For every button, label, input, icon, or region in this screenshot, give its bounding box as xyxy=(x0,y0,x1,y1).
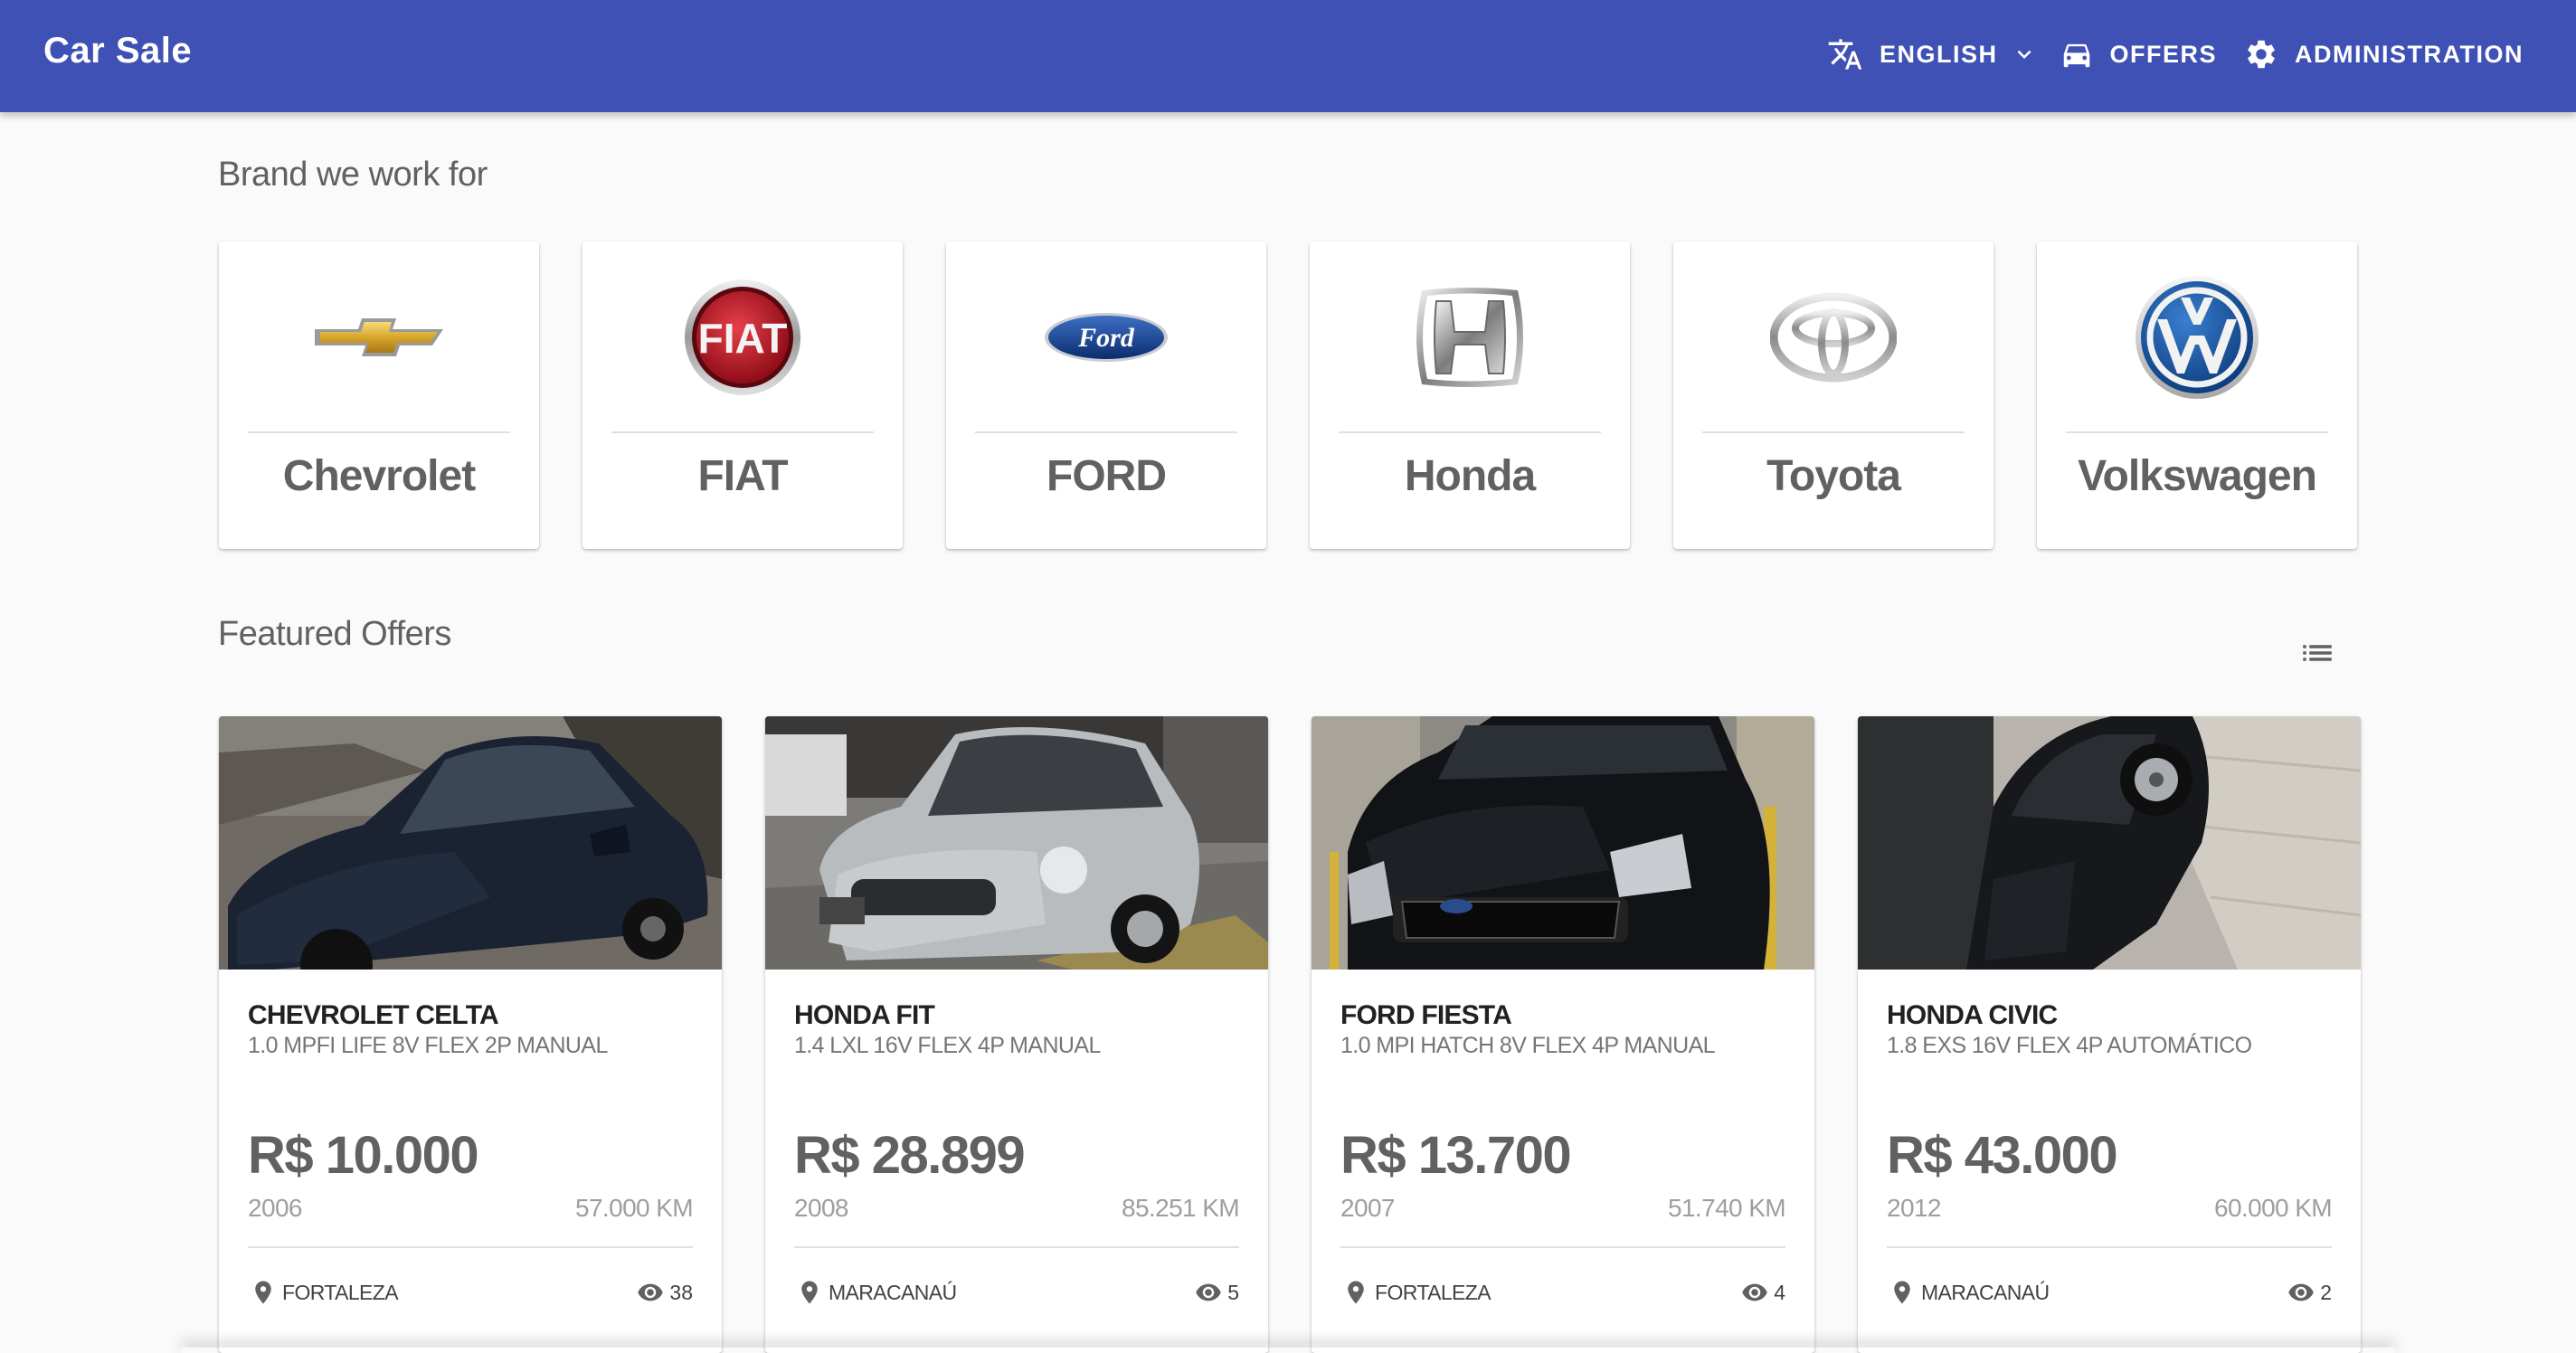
volkswagen-logo xyxy=(2136,276,2259,399)
brand-card-toyota[interactable]: Toyota xyxy=(1673,241,1994,549)
offer-subtitle: 1.4 LXL 16V FLEX 4P MANUAL xyxy=(794,1033,1101,1058)
offer-view-count: 4 xyxy=(1774,1280,1785,1304)
location-pin-icon xyxy=(801,1281,818,1304)
offer-year: 2006 xyxy=(248,1194,302,1222)
app-title[interactable]: Car Sale xyxy=(43,31,192,71)
eye-icon xyxy=(2288,1283,2314,1301)
offer-title: HONDA CIVIC xyxy=(1887,1000,2058,1030)
chevron-down-icon xyxy=(2017,50,2031,59)
brand-name: Volkswagen xyxy=(2078,452,2317,500)
offer-subtitle: 1.0 MPFI LIFE 8V FLEX 2P MANUAL xyxy=(248,1033,608,1058)
offer-price: R$ 28.899 xyxy=(794,1126,1026,1185)
offer-views: 5 xyxy=(1191,1279,1239,1306)
svg-text:Ford: Ford xyxy=(1077,323,1135,353)
offer-year: 2008 xyxy=(794,1194,848,1222)
offer-location-label: FORTALEZA xyxy=(282,1280,399,1304)
offer-title: HONDA FIT xyxy=(794,1000,935,1030)
brand-name: Honda xyxy=(1404,452,1536,500)
offer-card[interactable]: HONDA CIVIC 1.8 EXS 16V FLEX 4P AUTOMÁTI… xyxy=(1858,716,2361,1353)
list-view-toggle[interactable] xyxy=(2297,633,2337,673)
location-pin-icon xyxy=(1894,1281,1910,1304)
location-pin-icon xyxy=(1348,1281,1364,1304)
offer-mileage: 57.000 KM xyxy=(574,1194,694,1222)
offer-card[interactable]: HONDA FIT 1.4 LXL 16V FLEX 4P MANUAL R$ … xyxy=(765,716,1268,1353)
offer-mileage: 60.000 KM xyxy=(2213,1194,2333,1222)
offer-subtitle: 1.0 MPI HATCH 8V FLEX 4P MANUAL xyxy=(1340,1033,1716,1058)
brand-card-ford[interactable]: Ford FORD xyxy=(946,241,1266,549)
offer-location: MARACANAÚ xyxy=(1889,1277,2050,1308)
offer-location: FORTALEZA xyxy=(1342,1277,1492,1308)
eye-icon xyxy=(638,1283,664,1301)
offer-title: FORD FIESTA xyxy=(1340,1000,1512,1030)
offer-view-count: 5 xyxy=(1227,1280,1239,1304)
svg-text:FIAT: FIAT xyxy=(698,315,788,362)
offers-nav-button[interactable]: OFFERS xyxy=(2060,33,2218,76)
offer-location-label: MARACANAÚ xyxy=(1921,1280,2050,1304)
offer-location: MARACANAÚ xyxy=(796,1277,957,1308)
offer-card[interactable]: CHEVROLET CELTA 1.0 MPFI LIFE 8V FLEX 2P… xyxy=(219,716,722,1353)
car-photo xyxy=(1858,716,2361,970)
translate-icon xyxy=(1828,39,1862,70)
language-selector[interactable]: ENGLISH xyxy=(1827,33,2038,76)
offer-year: 2012 xyxy=(1887,1194,1941,1222)
offer-views: 4 xyxy=(1738,1279,1785,1306)
car-photo xyxy=(765,716,1268,970)
top-nav: ENGLISH OFFERS ADMINISTRATION xyxy=(1827,33,2524,76)
offer-mileage: 51.740 KM xyxy=(1667,1194,1786,1222)
offer-mileage: 85.251 KM xyxy=(1121,1194,1240,1222)
offer-view-count: 2 xyxy=(2320,1280,2332,1304)
offer-card[interactable]: FORD FIESTA 1.0 MPI HATCH 8V FLEX 4P MAN… xyxy=(1312,716,1814,1353)
honda-h-logo xyxy=(1416,288,1523,387)
ford-oval-logo: Ford xyxy=(1045,313,1168,362)
offer-price: R$ 13.700 xyxy=(1340,1126,1572,1185)
chevrolet-bowtie-logo xyxy=(315,318,443,356)
brands-section-title: Brand we work for xyxy=(218,156,488,194)
list-icon xyxy=(2303,645,2332,661)
brand-card-honda[interactable]: Honda xyxy=(1310,241,1630,549)
eye-icon xyxy=(1196,1283,1221,1301)
administration-nav-label: ADMINISTRATION xyxy=(2295,40,2524,68)
eye-icon xyxy=(1742,1283,1767,1301)
gear-icon xyxy=(2248,40,2275,69)
car-icon xyxy=(2063,43,2089,68)
offer-view-count: 38 xyxy=(669,1280,693,1304)
app-bar: Car Sale ENGLISH OFFERS ADMINISTRATION xyxy=(0,0,2576,112)
toyota-logo xyxy=(1770,292,1897,383)
featured-section-title: Featured Offers xyxy=(218,615,451,653)
location-pin-icon xyxy=(255,1281,271,1304)
offer-title: CHEVROLET CELTA xyxy=(248,1000,499,1030)
car-photo xyxy=(1312,716,1814,970)
brand-name: Chevrolet xyxy=(282,452,476,500)
offer-location-label: MARACANAÚ xyxy=(829,1280,957,1304)
brand-card-chevrolet[interactable]: Chevrolet xyxy=(219,241,539,549)
offer-year: 2007 xyxy=(1340,1194,1395,1222)
offer-location: FORTALEZA xyxy=(250,1277,399,1308)
offer-price: R$ 43.000 xyxy=(1887,1126,2118,1185)
brand-name: Toyota xyxy=(1766,452,1901,500)
offer-views: 38 xyxy=(633,1279,693,1306)
fiat-logo: FIAT xyxy=(685,279,800,395)
offer-subtitle: 1.8 EXS 16V FLEX 4P AUTOMÁTICO xyxy=(1887,1033,2252,1058)
brand-name: FORD xyxy=(1046,452,1167,500)
offer-views: 2 xyxy=(2284,1279,2332,1306)
offer-price: R$ 10.000 xyxy=(248,1126,479,1185)
offers-nav-label: OFFERS xyxy=(2109,40,2218,68)
brand-card-fiat[interactable]: FIAT FIAT xyxy=(582,241,903,549)
car-photo xyxy=(219,716,722,970)
offer-location-label: FORTALEZA xyxy=(1375,1280,1492,1304)
brand-name: FIAT xyxy=(697,452,788,500)
language-label: ENGLISH xyxy=(1879,40,1998,68)
brand-card-volkswagen[interactable]: Volkswagen xyxy=(2037,241,2357,549)
administration-nav-button[interactable]: ADMINISTRATION xyxy=(2244,33,2524,76)
